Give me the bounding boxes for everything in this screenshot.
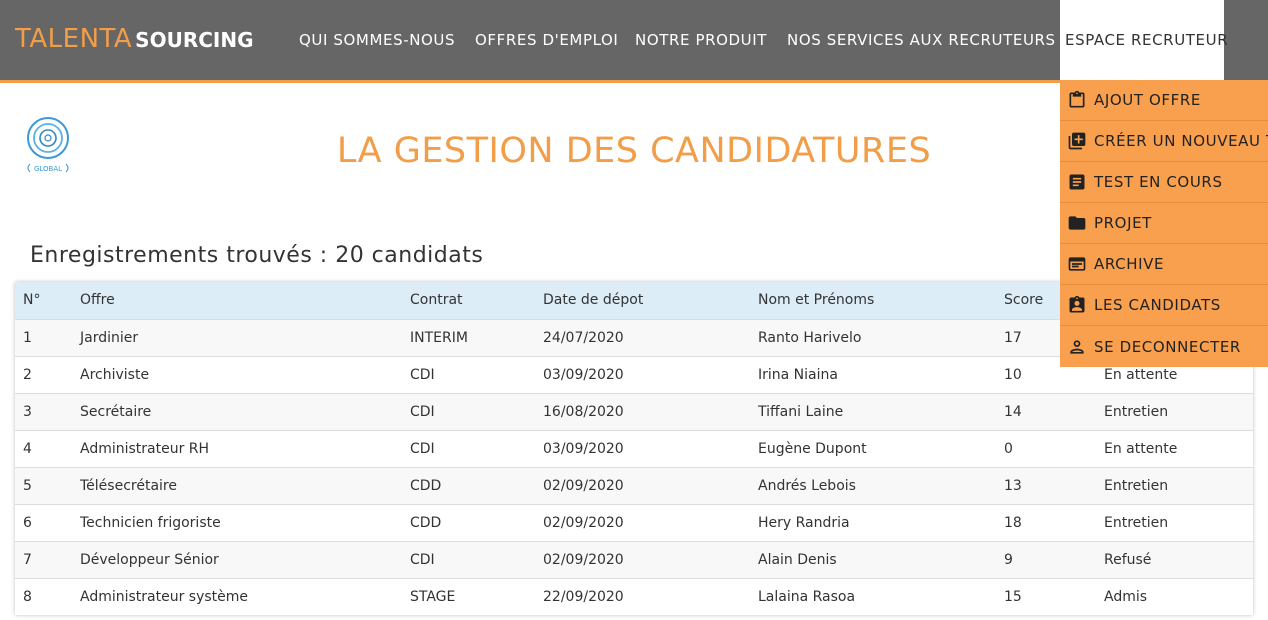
- menu-item-label: SE DECONNECTER: [1094, 337, 1241, 356]
- cell-score: 13: [1004, 477, 1022, 494]
- col-header-num[interactable]: N°: [15, 282, 72, 319]
- cell-date: 03/09/2020: [543, 440, 624, 457]
- add-box-icon: [1068, 132, 1086, 150]
- menu-item-label: PROJET: [1094, 214, 1152, 232]
- cell-nom: Alain Denis: [758, 551, 837, 568]
- cell-date: 16/08/2020: [543, 403, 624, 420]
- brand-name-secondary: SOURCING: [135, 28, 254, 52]
- cell-offre: Administrateur RH: [80, 440, 210, 457]
- col-header-offre[interactable]: Offre: [72, 282, 402, 319]
- cell-date: 24/07/2020: [543, 329, 624, 346]
- menu-item-label: LES CANDIDATS: [1094, 296, 1221, 314]
- nav-notre-produit[interactable]: NOTRE PRODUIT: [635, 0, 767, 80]
- cell-contrat: CDD: [410, 514, 442, 531]
- table-row[interactable]: 5 Télésecrétaire CDD 02/09/2020 Andrés L…: [15, 467, 1253, 504]
- cell-nom: Ranto Harivelo: [758, 329, 862, 346]
- cell-nom: Irina Niaina: [758, 366, 838, 383]
- cell-num: 8: [23, 588, 32, 605]
- folder-icon: [1068, 216, 1086, 230]
- cell-date: 22/09/2020: [543, 588, 624, 605]
- cell-score: 9: [1004, 551, 1013, 568]
- cell-num: 4: [23, 440, 32, 457]
- col-header-contrat[interactable]: Contrat: [402, 282, 535, 319]
- cell-offre: Secrétaire: [80, 403, 152, 420]
- badge-icon: [1069, 295, 1085, 313]
- table-row[interactable]: 6 Technicien frigoriste CDD 02/09/2020 H…: [15, 504, 1253, 541]
- cell-contrat: STAGE: [410, 588, 456, 605]
- cell-nom: Eugène Dupont: [758, 440, 867, 457]
- records-count: Enregistrements trouvés : 20 candidats: [30, 243, 484, 268]
- cell-status: Refusé: [1104, 551, 1152, 568]
- table-row[interactable]: 7 Développeur Sénior CDI 02/09/2020 Alai…: [15, 541, 1253, 578]
- cell-status: Entretien: [1104, 514, 1169, 531]
- cell-score: 0: [1004, 440, 1013, 457]
- table-row[interactable]: 8 Administrateur système STAGE 22/09/202…: [15, 578, 1253, 615]
- menu-item-label: AJOUT OFFRE: [1094, 91, 1201, 109]
- menu-item-projet[interactable]: PROJET: [1060, 203, 1268, 244]
- cell-num: 5: [23, 477, 32, 494]
- brand-name-primary: TALENTA: [15, 24, 133, 54]
- nav-qui-sommes-nous[interactable]: QUI SOMMES-NOUS: [299, 0, 455, 80]
- menu-item-archive[interactable]: ARCHIVE: [1060, 244, 1268, 285]
- cell-date: 02/09/2020: [543, 477, 624, 494]
- nav-espace-recruteur[interactable]: ESPACE RECRUTEUR: [1060, 0, 1228, 80]
- cell-nom: Tiffani Laine: [758, 403, 844, 420]
- cell-date: 03/09/2020: [543, 366, 624, 383]
- cell-status: En attente: [1104, 440, 1178, 457]
- nav-offres-emploi[interactable]: OFFRES D'EMPLOI: [475, 0, 618, 80]
- cell-status: Entretien: [1104, 477, 1169, 494]
- cell-date: 02/09/2020: [543, 551, 624, 568]
- cell-contrat: INTERIM: [410, 329, 468, 346]
- cell-contrat: CDD: [410, 477, 442, 494]
- menu-item-ajout-offre[interactable]: AJOUT OFFRE: [1060, 80, 1268, 121]
- cell-offre: Jardinier: [80, 329, 139, 346]
- table-row[interactable]: 4 Administrateur RH CDI 03/09/2020 Eugèn…: [15, 430, 1253, 467]
- col-header-nom[interactable]: Nom et Prénoms: [750, 282, 996, 319]
- cell-offre: Développeur Sénior: [80, 551, 219, 568]
- cell-nom: Andrés Lebois: [758, 477, 856, 494]
- recruiter-dropdown-menu: AJOUT OFFRE CRÉER UN NOUVEAU TEST TEST E…: [1060, 80, 1268, 367]
- cell-status: Entretien: [1104, 403, 1169, 420]
- menu-item-se-deconnecter[interactable]: SE DECONNECTER: [1060, 326, 1268, 367]
- cell-num: 1: [23, 329, 32, 346]
- cell-score: 14: [1004, 403, 1022, 420]
- clipboard-icon: [1069, 90, 1085, 108]
- cell-num: 7: [23, 551, 32, 568]
- col-header-date[interactable]: Date de dépot: [535, 282, 750, 319]
- menu-item-label: TEST EN COURS: [1094, 173, 1223, 191]
- cell-offre: Technicien frigoriste: [80, 514, 221, 531]
- menu-item-creer-test[interactable]: CRÉER UN NOUVEAU TEST: [1060, 121, 1268, 162]
- cell-num: 3: [23, 403, 32, 420]
- cell-offre: Archiviste: [80, 366, 150, 383]
- cell-score: 15: [1004, 588, 1022, 605]
- cell-date: 02/09/2020: [543, 514, 624, 531]
- cell-contrat: CDI: [410, 551, 435, 568]
- nav-services-recruteurs[interactable]: NOS SERVICES AUX RECRUTEURS: [787, 0, 1056, 80]
- menu-item-test-en-cours[interactable]: TEST EN COURS: [1060, 162, 1268, 203]
- cell-status: Admis: [1104, 588, 1148, 605]
- cell-nom: Lalaina Rasoa: [758, 588, 856, 605]
- person-icon: [1070, 339, 1084, 354]
- cell-contrat: CDI: [410, 366, 435, 383]
- table-row[interactable]: 3 Secrétaire CDI 16/08/2020 Tiffani Lain…: [15, 393, 1253, 430]
- top-navbar: TALENTA SOURCING QUI SOMMES-NOUS OFFRES D…: [0, 0, 1268, 83]
- cell-contrat: CDI: [410, 403, 435, 420]
- archive-icon: [1068, 257, 1086, 271]
- menu-item-label: CRÉER UN NOUVEAU TEST: [1094, 132, 1268, 150]
- cell-score: 18: [1004, 514, 1022, 531]
- brand-logo[interactable]: TALENTA SOURCING: [15, 24, 254, 54]
- cell-offre: Télésecrétaire: [80, 477, 177, 494]
- document-icon: [1069, 174, 1085, 190]
- menu-item-label: ARCHIVE: [1094, 255, 1165, 273]
- cell-offre: Administrateur système: [80, 588, 249, 605]
- cell-contrat: CDI: [410, 440, 435, 457]
- cell-num: 6: [23, 514, 32, 531]
- cell-num: 2: [23, 366, 32, 383]
- cell-nom: Hery Randria: [758, 514, 850, 531]
- menu-item-les-candidats[interactable]: LES CANDIDATS: [1060, 285, 1268, 326]
